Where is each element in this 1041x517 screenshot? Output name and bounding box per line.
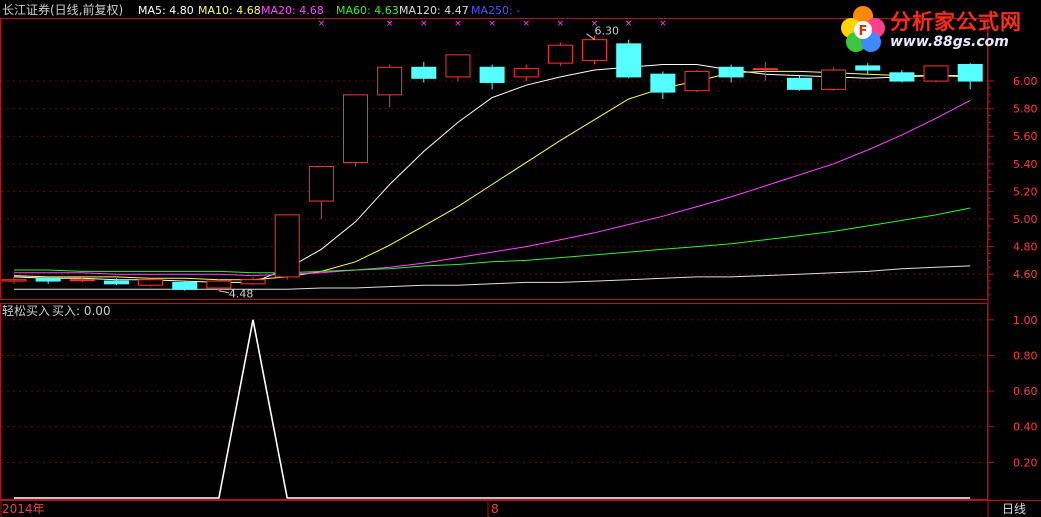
candle-up [513, 68, 539, 78]
candle-up [206, 280, 232, 289]
candle-down [172, 281, 198, 290]
candle-up [343, 94, 368, 163]
price-tick-label: 4.80 [1013, 241, 1038, 254]
candle-up [582, 39, 608, 61]
candle-up [138, 279, 164, 286]
candle-up [69, 279, 95, 282]
indicator-tick-label: 1.00 [1013, 314, 1038, 327]
annotation-leader [586, 33, 595, 41]
signal-marker: × [488, 19, 496, 29]
signal-marker: × [386, 19, 394, 29]
indicator-name: 轻松买入 [2, 304, 50, 318]
indicator-tick-label: 0.60 [1013, 385, 1038, 398]
price-tick-label: 5.40 [1013, 158, 1038, 171]
indicator-legend-item: MA120: 4.47 [399, 4, 469, 17]
moving-average-lines [13, 64, 971, 290]
candle-down [889, 72, 915, 82]
candle-down [479, 66, 505, 83]
indicator-legend-item: MA10: 4.68 [198, 4, 261, 17]
signal-marker: × [454, 19, 462, 29]
candle-down [35, 277, 61, 282]
candle-up [308, 166, 334, 202]
ma-line-ma10 [13, 70, 971, 281]
candle-up [752, 68, 778, 71]
annotation-leader [218, 290, 229, 294]
price-panel-frame [0, 18, 988, 300]
period-label[interactable]: 日线 [1002, 502, 1026, 516]
ma-line-ma120 [14, 265, 971, 290]
candle-up [684, 70, 710, 92]
candle-down [616, 43, 642, 78]
price-tick-label: 5.80 [1013, 103, 1038, 116]
price-tick-label: 5.00 [1013, 213, 1038, 226]
indicator-value: 买入: 0.00 [52, 304, 111, 318]
signal-marker: × [522, 19, 530, 29]
indicator-tick-label: 0.80 [1013, 349, 1038, 362]
signal-marker: × [420, 19, 428, 29]
logo-url: www.88gs.com [890, 34, 1009, 50]
site-logo: F 分析家公式网 www.88gs.com [838, 2, 1038, 56]
ma-line-ma5 [13, 64, 971, 283]
indicator-tick-label: 0.20 [1013, 456, 1038, 469]
x-axis-label-month: 8 [491, 502, 499, 516]
buy-signal-polyline [14, 319, 971, 499]
candle-down [718, 66, 744, 78]
ma-line-ma20 [14, 99, 971, 277]
buy-signal-line [14, 319, 971, 499]
candle-up [377, 66, 403, 96]
indicator-legend-item: MA20: 4.68 [261, 4, 324, 17]
indicator-legend-item: MA60: 4.63 [336, 4, 399, 17]
candle-up [240, 279, 266, 285]
candle-up [1, 279, 27, 282]
svg-text:F: F [859, 24, 868, 39]
price-tick-label: 6.00 [1013, 75, 1038, 88]
candle-down [103, 280, 129, 285]
indicator-panel-frame [0, 303, 988, 500]
candle-up [821, 69, 847, 90]
indicator-legend-item: MA250: - [471, 4, 520, 17]
candle-up [547, 44, 573, 64]
signal-marker: × [318, 19, 326, 29]
logo-title: 分析家公式网 [890, 10, 1022, 34]
signal-marker: × [659, 19, 667, 29]
stock-chart[interactable]: 6.00 5.80 5.60 5.40 5.20 5.00 4.80 4.60 1.00 0.8… [0, 0, 1041, 517]
candle-up [274, 214, 300, 278]
candle-up [923, 65, 949, 82]
chart-title: 长江证券(日线,前复权) [2, 2, 123, 17]
annotation-high-label: 6.30 [595, 25, 620, 38]
ma-line-ma60 [14, 207, 971, 274]
candle-down [411, 66, 437, 79]
price-tick-label: 5.20 [1013, 185, 1038, 198]
candle-down [855, 65, 881, 71]
candle-down [957, 64, 983, 82]
indicator-legend: MA5: 4.80 MA10: 4.68 MA20: 4.68 MA60: 4.63 M… [138, 4, 520, 17]
indicator-legend-item: MA5: 4.80 [138, 4, 194, 17]
annotation-low-label: 4.48 [229, 288, 254, 301]
candle-up [445, 54, 471, 78]
price-tick-label: 5.60 [1013, 130, 1038, 143]
signal-marker: × [625, 19, 633, 29]
indicator-axis: 1.00 0.80 0.60 0.40 0.20 [988, 314, 1038, 469]
price-axis: 6.00 5.80 5.60 5.40 5.20 5.00 4.80 4.60 [988, 75, 1038, 296]
candle-down [650, 73, 676, 93]
x-axis-label-year: 2014年 [2, 502, 45, 516]
price-tick-label: 4.60 [1013, 268, 1038, 281]
indicator-tick-label: 0.40 [1013, 421, 1038, 434]
flower-logo-icon: F [841, 6, 885, 52]
signal-marker: × [557, 19, 565, 29]
candle-down [786, 77, 812, 90]
